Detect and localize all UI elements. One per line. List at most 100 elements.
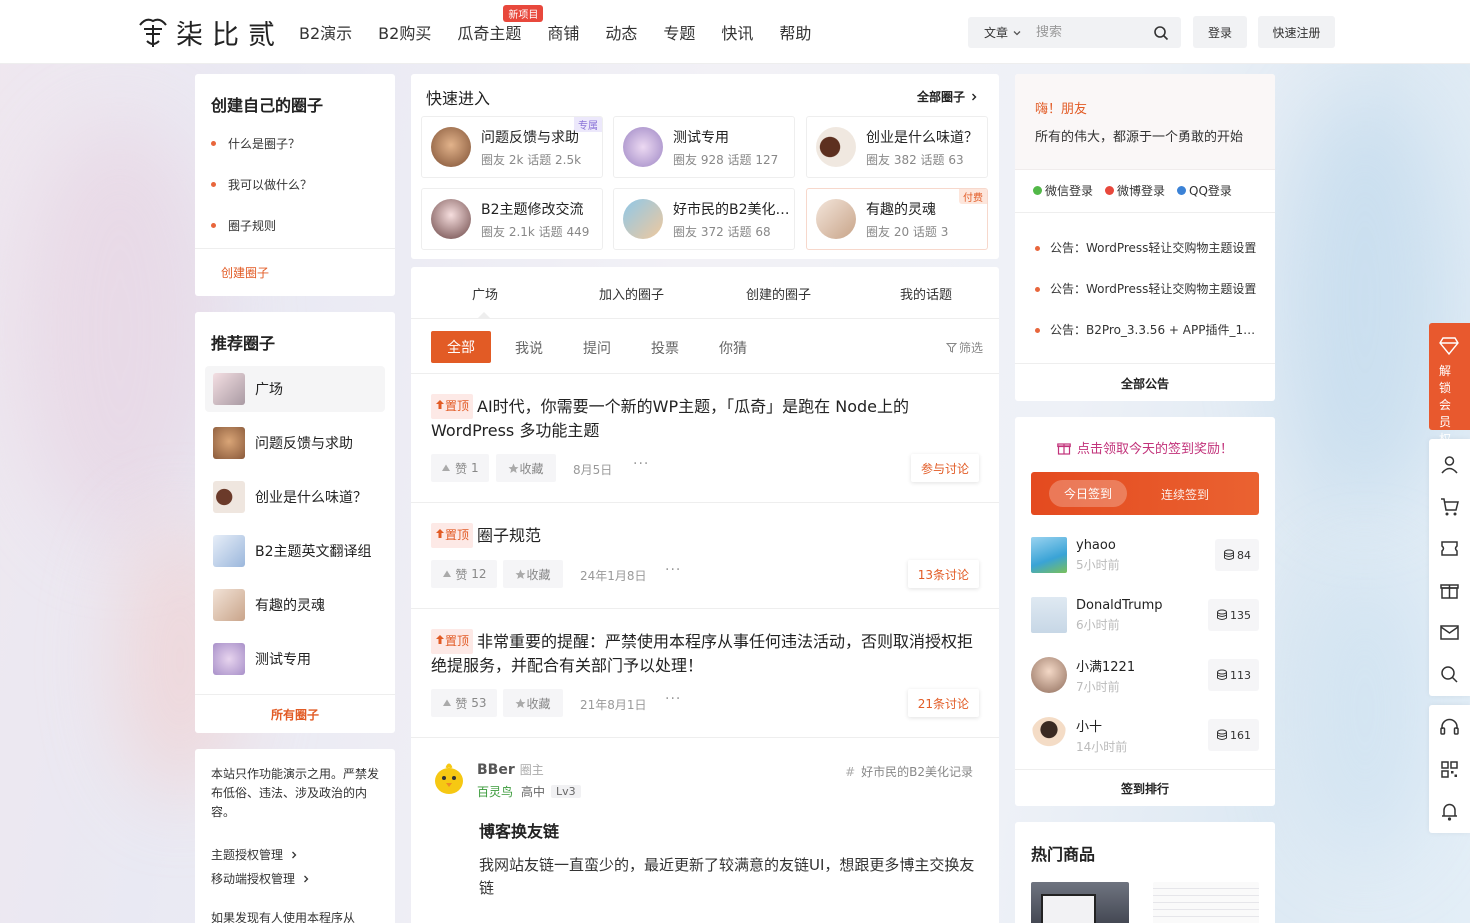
more-icon[interactable]: ··· — [665, 562, 681, 578]
quick-entry-test[interactable]: 测试专用 圈友 928 话题 127 — [613, 116, 795, 178]
cart-icon[interactable] — [1439, 496, 1460, 517]
create-circle-link[interactable]: 创建圈子 — [221, 264, 269, 281]
star-icon — [515, 569, 526, 579]
filter-button[interactable]: 筛选 — [945, 339, 983, 356]
more-icon[interactable]: ··· — [633, 456, 649, 472]
recommended-item-label: B2主题英文翻译组 — [255, 544, 372, 560]
nav-item-help[interactable]: 帮助 — [779, 20, 811, 44]
all-notices-link[interactable]: 全部公告 — [1015, 375, 1275, 392]
post-heading[interactable]: 博客换友链 — [479, 818, 559, 842]
rank-user-name[interactable]: 小满1221 — [1076, 656, 1135, 675]
search-type-select[interactable]: 文章 — [984, 24, 1022, 41]
notice-item[interactable]: 公告：WordPress轻让交购物主题设置 — [1035, 280, 1257, 297]
mobile-license-link[interactable]: 移动端授权管理 — [211, 870, 311, 887]
subtab-all[interactable]: 全部 — [431, 331, 491, 363]
gift-icon[interactable] — [1439, 580, 1460, 601]
favorite-button[interactable]: 收藏 — [496, 454, 556, 482]
create-item-can-do[interactable]: 我可以做什么？ — [211, 176, 312, 193]
nav-item-shop[interactable]: 商铺 — [547, 20, 579, 44]
product-thumbnail[interactable] — [1153, 882, 1259, 923]
nav-item-guaqi[interactable]: 瓜奇主题 新项目 — [457, 5, 544, 44]
nav-item-b2-buy[interactable]: B2购买 — [378, 20, 431, 44]
subtab-ask[interactable]: 提问 — [583, 338, 611, 358]
recommended-item-feedback[interactable]: 问题反馈与求助 — [205, 420, 385, 466]
subtab-vote[interactable]: 投票 — [651, 338, 679, 358]
tab-my-topics[interactable]: 我的话题 — [900, 284, 952, 303]
login-button[interactable]: 登录 — [1193, 16, 1247, 48]
favorite-button[interactable]: 收藏 — [503, 560, 563, 588]
nav-item-flash[interactable]: 快讯 — [721, 20, 753, 44]
user-avatar[interactable] — [1031, 717, 1067, 753]
nav-item-topics[interactable]: 专题 — [663, 20, 695, 44]
nav-item-news[interactable]: 动态 — [605, 20, 637, 44]
subtab-say[interactable]: 我说 — [515, 338, 543, 358]
wechat-login[interactable]: 微信登录 — [1033, 182, 1093, 199]
quick-entry-beautify[interactable]: 好市民的B2美化记录 圈友 372 话题 68 — [613, 188, 795, 250]
more-icon[interactable]: ··· — [665, 691, 681, 707]
tab-streak-sign[interactable]: 连续签到 — [1161, 486, 1209, 503]
license-link[interactable]: 主题授权管理 — [211, 846, 299, 863]
register-button[interactable]: 快速注册 — [1258, 16, 1335, 48]
tab-today-sign[interactable]: 今日签到 — [1049, 480, 1127, 507]
pinned-badge: 置顶 — [431, 523, 474, 548]
user-avatar[interactable] — [1031, 597, 1067, 633]
search-input[interactable] — [1036, 25, 1147, 40]
recommended-item-soul[interactable]: 有趣的灵魂 — [205, 582, 385, 628]
coin-stack-icon — [1224, 549, 1234, 560]
discuss-button[interactable]: 参与讨论 — [910, 454, 979, 482]
sign-rank-link[interactable]: 签到排行 — [1015, 780, 1275, 797]
recommended-item-startup[interactable]: 创业是什么味道？ — [205, 474, 385, 520]
rank-user-time: 6小时前 — [1076, 617, 1120, 632]
bell-icon[interactable] — [1439, 801, 1460, 822]
user-avatar[interactable] — [1031, 657, 1067, 693]
mail-icon[interactable] — [1439, 622, 1460, 643]
like-button[interactable]: 赞 12 — [431, 560, 497, 588]
quick-entry-feedback[interactable]: 问题反馈与求助 圈友 2k 话题 2.5k 专属 — [421, 116, 603, 178]
nav-item-b2-demo[interactable]: B2演示 — [299, 20, 352, 44]
all-circles-link[interactable]: 所有圈子 — [195, 706, 395, 723]
rank-user-name[interactable]: DonaldTrump — [1076, 598, 1163, 613]
product-thumbnail[interactable] — [1031, 882, 1129, 923]
tab-plaza[interactable]: 广场 — [472, 284, 498, 303]
post-title[interactable]: 置顶 AI时代，你需要一个新的WP主题，「瓜奇」是跑在 Node上的 WordPr… — [431, 394, 981, 442]
recommended-item-plaza[interactable]: 广场 — [205, 366, 385, 412]
search-icon[interactable] — [1439, 664, 1460, 685]
headset-icon[interactable] — [1439, 717, 1460, 738]
author-avatar[interactable] — [431, 760, 467, 796]
quick-entry-b2-modify[interactable]: B2主题修改交流 圈友 2.1k 话题 449 — [421, 188, 603, 250]
subtab-guess[interactable]: 你猜 — [719, 338, 747, 358]
site-logo[interactable]: 柒比贰 — [136, 12, 284, 52]
recommended-item-translate[interactable]: B2主题英文翻译组 — [205, 528, 385, 574]
tab-created[interactable]: 创建的圈子 — [746, 284, 811, 303]
rank-user-name[interactable]: 小十 — [1076, 716, 1127, 735]
all-circles-link[interactable]: 全部圈子 — [917, 88, 979, 105]
tab-joined[interactable]: 加入的圈子 — [599, 284, 664, 303]
thumb-up-icon — [442, 699, 451, 706]
recommended-item-test[interactable]: 测试专用 — [205, 636, 385, 682]
post-title[interactable]: 置顶 非常重要的提醒：严禁使用本程序从事任何违法活动，否则取消授权拒绝提服务，并配… — [431, 629, 981, 677]
quick-entry-soul[interactable]: 有趣的灵魂 圈友 20 话题 3 付费 — [806, 188, 988, 250]
like-button[interactable]: 赞 53 — [431, 689, 497, 717]
qq-login[interactable]: QQ登录 — [1177, 182, 1232, 199]
favorite-button[interactable]: 收藏 — [503, 689, 563, 717]
notice-item[interactable]: 公告：B2Pro_3.3.56 + APP插件_1.0.1 — [1035, 321, 1257, 338]
vip-unlock-button[interactable]: 解锁会员权限 — [1429, 323, 1470, 463]
sign-prompt[interactable]: 点击领取今天的签到奖励！ — [1015, 438, 1275, 457]
quick-entry-startup[interactable]: 创业是什么味道？ 圈友 382 话题 63 — [806, 116, 988, 178]
user-icon[interactable] — [1439, 454, 1460, 475]
post-circle-link[interactable]: # 好市民的B2美化记录 — [845, 763, 973, 780]
post-title[interactable]: 置顶 圈子规范 — [431, 523, 981, 548]
qrcode-icon[interactable] — [1439, 759, 1460, 780]
create-item-rules[interactable]: 圈子规则 — [211, 217, 276, 234]
create-item-what[interactable]: 什么是圈子？ — [211, 135, 300, 152]
ticket-icon[interactable] — [1439, 538, 1460, 559]
rank-user-name[interactable]: yhaoo — [1076, 538, 1120, 553]
discuss-button[interactable]: 13条讨论 — [907, 560, 979, 588]
like-button[interactable]: 赞 1 — [431, 454, 489, 482]
discuss-button[interactable]: 21条讨论 — [907, 689, 979, 717]
author-name[interactable]: BBer — [477, 762, 515, 778]
weibo-login[interactable]: 微博登录 — [1105, 182, 1165, 199]
user-avatar[interactable] — [1031, 537, 1067, 573]
notice-item[interactable]: 公告：WordPress轻让交购物主题设置 — [1035, 239, 1257, 256]
search-icon[interactable] — [1153, 25, 1169, 41]
